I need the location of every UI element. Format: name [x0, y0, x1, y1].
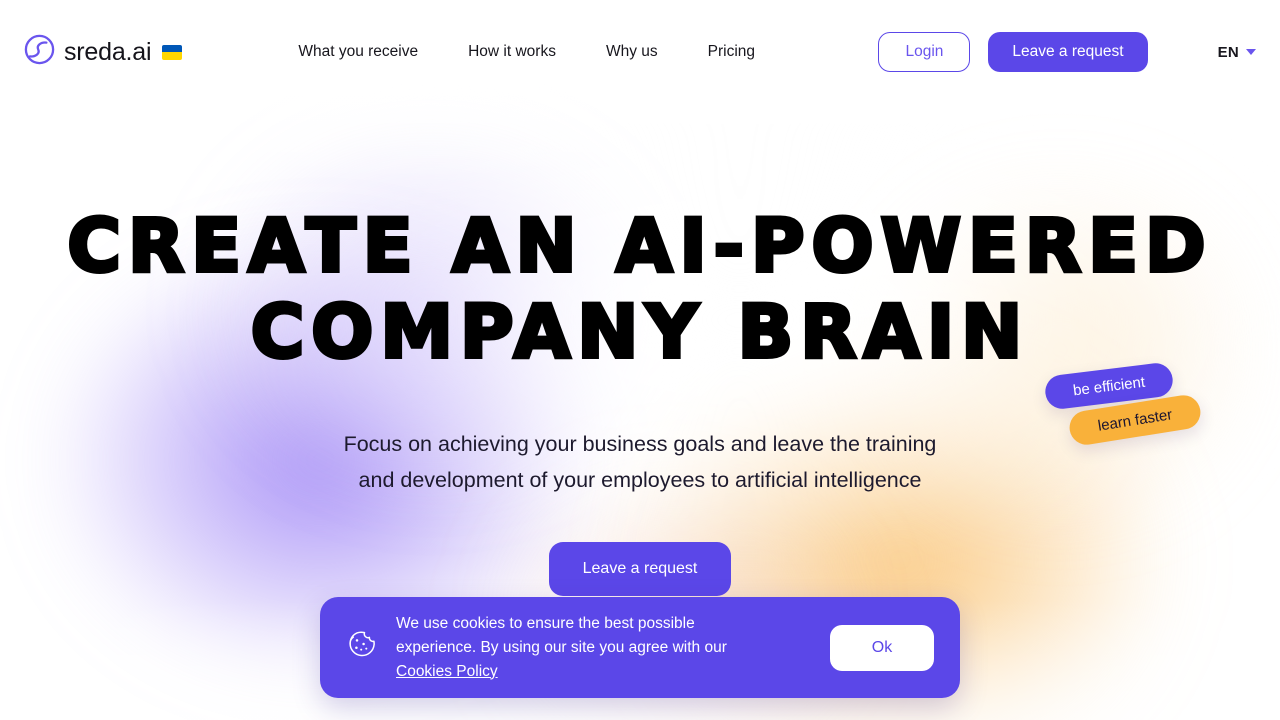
sreda-circle-s-logo-icon [24, 34, 55, 70]
nav-item-how-it-works[interactable]: How it works [468, 43, 556, 61]
cookie-banner-message: We use cookies to ensure the best possib… [396, 614, 727, 656]
site-header: sreda.ai What you receive How it works W… [0, 0, 1280, 104]
main-navigation: What you receive How it works Why us Pri… [298, 43, 755, 61]
cookie-banner-text: We use cookies to ensure the best possib… [396, 612, 766, 684]
cookies-policy-link[interactable]: Cookies Policy [396, 660, 498, 684]
hero-subtitle: Focus on achieving your business goals a… [343, 432, 937, 492]
brand-logo[interactable]: sreda.ai [24, 34, 183, 70]
header-actions: Login Leave a request EN [878, 32, 1256, 72]
cookie-consent-banner: We use cookies to ensure the best possib… [320, 597, 960, 698]
nav-item-pricing[interactable]: Pricing [708, 43, 755, 61]
hero-cta-wrapper: Leave a request [0, 542, 1280, 596]
leave-a-request-button[interactable]: Leave a request [988, 32, 1148, 72]
language-label: EN [1217, 43, 1239, 61]
nav-item-why-us[interactable]: Why us [606, 43, 658, 61]
cookie-icon [344, 628, 378, 667]
cookie-ok-button[interactable]: Ok [830, 624, 934, 671]
login-button[interactable]: Login [878, 32, 971, 72]
hero-leave-a-request-button[interactable]: Leave a request [548, 542, 732, 596]
chevron-down-icon [1246, 49, 1256, 55]
language-selector[interactable]: EN [1218, 44, 1256, 61]
hero-title: Create an AI-powered company brain [65, 202, 1213, 377]
ukraine-flag-icon [162, 44, 183, 60]
nav-item-what-you-receive[interactable]: What you receive [298, 43, 418, 61]
brand-name: sreda.ai [64, 37, 152, 66]
